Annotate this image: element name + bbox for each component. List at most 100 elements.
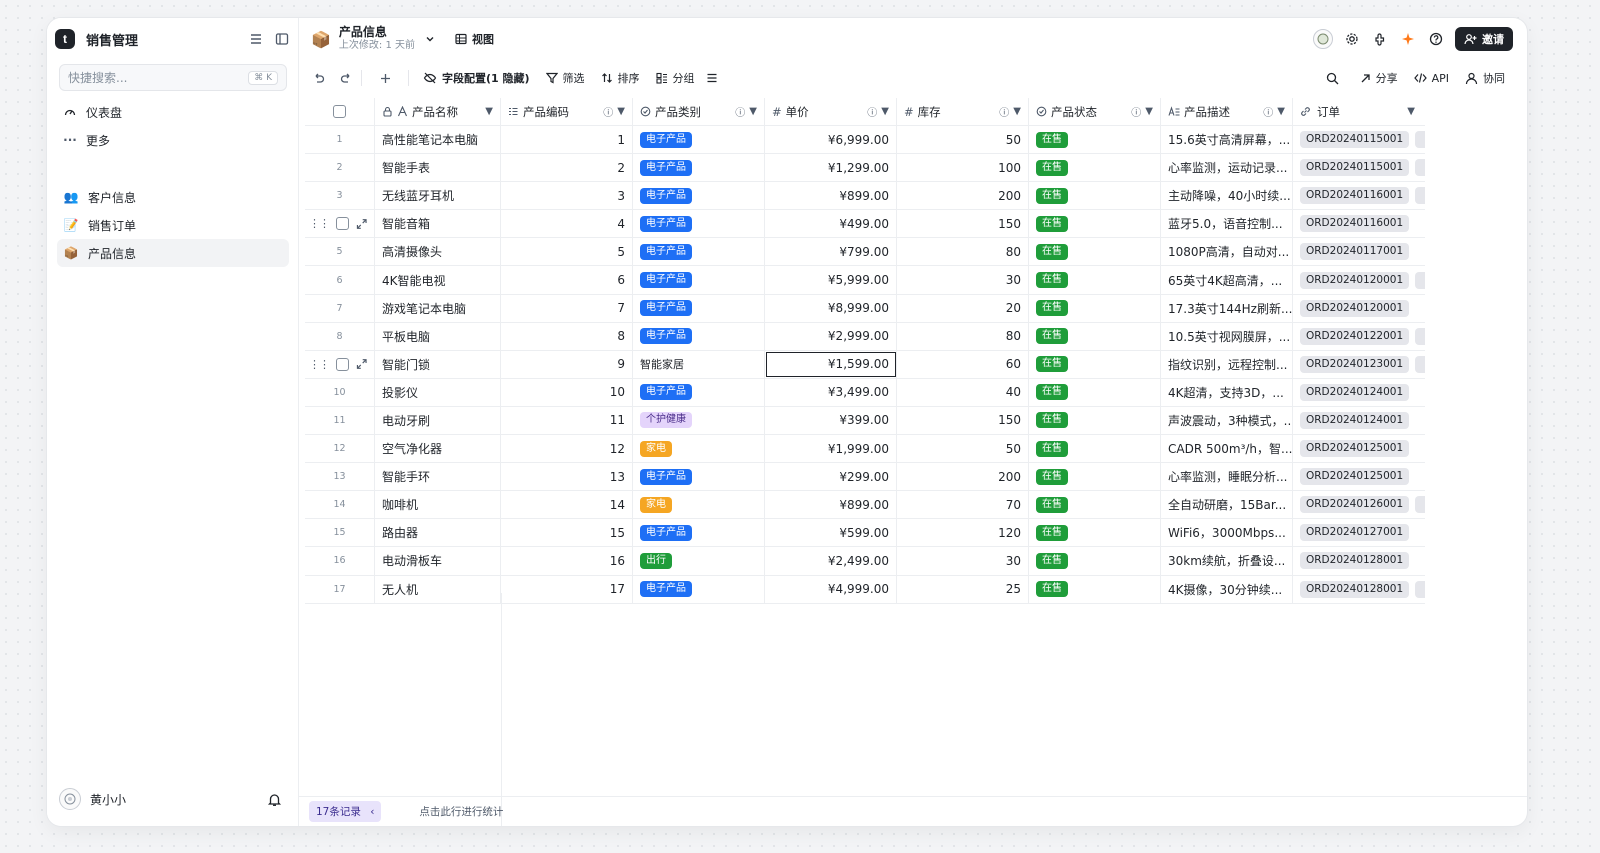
cell-description[interactable]: 1080P高清，自动对... — [1161, 238, 1293, 266]
cell-name[interactable]: 高清摄像头 — [375, 238, 501, 266]
order-link-chip[interactable]: ORD20240120001 — [1300, 299, 1410, 317]
cell-name[interactable]: 平板电脑 — [375, 322, 501, 350]
cell-orders[interactable]: ORD20240117001 — [1293, 238, 1425, 265]
table-row[interactable]: ⋮⋮ 智能音箱 4 电子产品 ¥499.00 150 在售 蓝牙5.0，语音控制... ORD… — [305, 210, 1425, 239]
cell-category[interactable]: 家电 — [633, 435, 765, 463]
cell-category[interactable]: 电子产品 — [633, 238, 765, 266]
cell-price[interactable]: ¥1,599.00 — [765, 350, 897, 378]
table-row[interactable]: 1 高性能笔记本电脑 1 电子产品 ¥6,999.00 50 在售 15.6英寸高清屏幕，..… — [305, 126, 1425, 155]
chevron-down-icon[interactable] — [421, 30, 439, 48]
order-link-chip-overflow[interactable] — [1415, 131, 1425, 149]
cell-status[interactable]: 在售 — [1029, 210, 1161, 238]
menu-icon[interactable] — [247, 30, 265, 48]
column-header-category[interactable]: 产品类别 ⓘ ▼ — [633, 98, 765, 125]
drag-handle-icon[interactable]: ⋮⋮ — [309, 358, 330, 371]
order-link-chip[interactable]: ORD20240124001 — [1300, 411, 1410, 429]
cell-orders[interactable]: ORD20240123001 — [1293, 351, 1425, 378]
cell-description[interactable]: 65英寸4K超高清，... — [1161, 266, 1293, 294]
cell-status[interactable]: 在售 — [1029, 547, 1161, 575]
cell-name[interactable]: 无线蓝牙耳机 — [375, 182, 501, 210]
cell-stock[interactable]: 200 — [897, 463, 1029, 491]
cell-description[interactable]: WiFi6，3000Mbps... — [1161, 519, 1293, 547]
cell-price[interactable]: ¥1,299.00 — [765, 154, 897, 182]
redo-icon[interactable] — [337, 69, 355, 87]
ai-sparkle-icon[interactable] — [1399, 30, 1417, 48]
cell-description[interactable]: 4K摄像，30分钟续... — [1161, 575, 1293, 603]
cell-code[interactable]: 15 — [501, 519, 633, 547]
cell-description[interactable]: 心率监测，运动记录... — [1161, 154, 1293, 182]
cell-category[interactable]: 电子产品 — [633, 519, 765, 547]
undo-icon[interactable] — [309, 69, 327, 87]
cell-orders[interactable]: ORD20240128001 — [1293, 547, 1425, 574]
settings-icon[interactable] — [1343, 30, 1361, 48]
expand-record-icon[interactable] — [356, 218, 367, 230]
cell-code[interactable]: 10 — [501, 378, 633, 406]
cell-code[interactable]: 2 — [501, 154, 633, 182]
column-header-description[interactable]: 产品描述 ⓘ ▼ — [1161, 98, 1293, 125]
cell-category[interactable]: 智能家居 — [633, 350, 765, 378]
cell-code[interactable]: 5 — [501, 238, 633, 266]
column-header-code[interactable]: 产品编码 ⓘ ▼ — [501, 98, 633, 125]
cell-price[interactable]: ¥3,499.00 — [765, 378, 897, 406]
cell-description[interactable]: 17.3英寸144Hz刷新... — [1161, 294, 1293, 322]
cell-orders[interactable]: ORD20240124001 — [1293, 407, 1425, 434]
order-link-chip[interactable]: ORD20240128001 — [1300, 580, 1410, 598]
cell-price[interactable]: ¥4,999.00 — [765, 575, 897, 603]
cell-price[interactable]: ¥299.00 — [765, 463, 897, 491]
invite-button[interactable]: 邀请 — [1455, 27, 1513, 51]
cell-name[interactable]: 4K智能电视 — [375, 266, 501, 294]
cell-category[interactable]: 电子产品 — [633, 210, 765, 238]
cell-orders[interactable]: ORD20240120001 — [1293, 266, 1425, 293]
table-row[interactable]: 12 空气净化器 12 家电 ¥1,999.00 50 在售 CADR 500m³/h，智..… — [305, 435, 1425, 464]
cell-category[interactable]: 电子产品 — [633, 378, 765, 406]
cell-category[interactable]: 电子产品 — [633, 266, 765, 294]
cell-code[interactable]: 4 — [501, 210, 633, 238]
sidebar-item-sales-orders[interactable]: 📝 销售订单 — [57, 211, 289, 239]
table-row[interactable]: 2 智能手表 2 电子产品 ¥1,299.00 100 在售 心率监测，运动记录... ORD2… — [305, 154, 1425, 183]
table-row[interactable]: 13 智能手环 13 电子产品 ¥299.00 200 在售 心率监测，睡眠分析... ORD2… — [305, 463, 1425, 492]
cell-orders[interactable]: ORD20240128001 — [1293, 576, 1425, 603]
cell-name[interactable]: 智能手环 — [375, 463, 501, 491]
cell-orders[interactable]: ORD20240127001 — [1293, 519, 1425, 546]
cell-status[interactable]: 在售 — [1029, 294, 1161, 322]
cell-stock[interactable]: 30 — [897, 547, 1029, 575]
order-link-chip[interactable]: ORD20240115001 — [1300, 159, 1410, 177]
cell-orders[interactable]: ORD20240122001 — [1293, 323, 1425, 350]
cell-name[interactable]: 高性能笔记本电脑 — [375, 126, 501, 154]
cell-status[interactable]: 在售 — [1029, 435, 1161, 463]
cell-price[interactable]: ¥2,499.00 — [765, 547, 897, 575]
cell-name[interactable]: 电动滑板车 — [375, 547, 501, 575]
cell-stock[interactable]: 80 — [897, 238, 1029, 266]
column-header-status[interactable]: 产品状态 ⓘ ▼ — [1029, 98, 1161, 125]
cell-stock[interactable]: 100 — [897, 154, 1029, 182]
cell-price[interactable]: ¥799.00 — [765, 238, 897, 266]
sidebar-item-products[interactable]: 📦 产品信息 — [57, 239, 289, 267]
cell-category[interactable]: 电子产品 — [633, 463, 765, 491]
table-row[interactable]: 3 无线蓝牙耳机 3 电子产品 ¥899.00 200 在售 主动降噪，40小时续... ORD… — [305, 182, 1425, 211]
table-row[interactable]: 6 4K智能电视 6 电子产品 ¥5,999.00 30 在售 65英寸4K超高清，... OR… — [305, 266, 1425, 295]
field-config-button[interactable]: 字段配置(1 隐藏) — [415, 66, 538, 90]
cell-status[interactable]: 在售 — [1029, 154, 1161, 182]
table-row[interactable]: 16 电动滑板车 16 出行 ¥2,499.00 30 在售 30km续航，折叠设... ORD… — [305, 547, 1425, 576]
cell-stock[interactable]: 50 — [897, 126, 1029, 154]
stats-hint[interactable]: 点击此行进行统计 — [419, 804, 503, 819]
table-row[interactable]: 5 高清摄像头 5 电子产品 ¥799.00 80 在售 1080P高清，自动对... ORD2… — [305, 238, 1425, 267]
help-icon[interactable] — [1427, 30, 1445, 48]
cell-stock[interactable]: 20 — [897, 294, 1029, 322]
cell-orders[interactable]: ORD20240124001 — [1293, 379, 1425, 406]
cell-name[interactable]: 空气净化器 — [375, 435, 501, 463]
cell-stock[interactable]: 70 — [897, 491, 1029, 519]
cell-code[interactable]: 3 — [501, 182, 633, 210]
cell-price[interactable]: ¥2,999.00 — [765, 322, 897, 350]
order-link-chip[interactable]: ORD20240126001 — [1300, 496, 1410, 514]
table-row[interactable]: ⋮⋮ 智能门锁 9 智能家居 ¥1,599.00 60 在售 指纹识别，远程控制... ORD… — [305, 350, 1425, 379]
cell-code[interactable]: 1 — [501, 126, 633, 154]
group-button[interactable]: 分组 — [648, 66, 703, 90]
cell-code[interactable]: 9 — [501, 350, 633, 378]
cell-status[interactable]: 在售 — [1029, 575, 1161, 603]
cell-status[interactable]: 在售 — [1029, 491, 1161, 519]
table-row[interactable]: 17 无人机 17 电子产品 ¥4,999.00 25 在售 4K摄像，30分钟续... ORD… — [305, 575, 1425, 604]
order-link-chip[interactable]: ORD20240117001 — [1300, 243, 1410, 261]
cell-status[interactable]: 在售 — [1029, 378, 1161, 406]
cell-status[interactable]: 在售 — [1029, 519, 1161, 547]
